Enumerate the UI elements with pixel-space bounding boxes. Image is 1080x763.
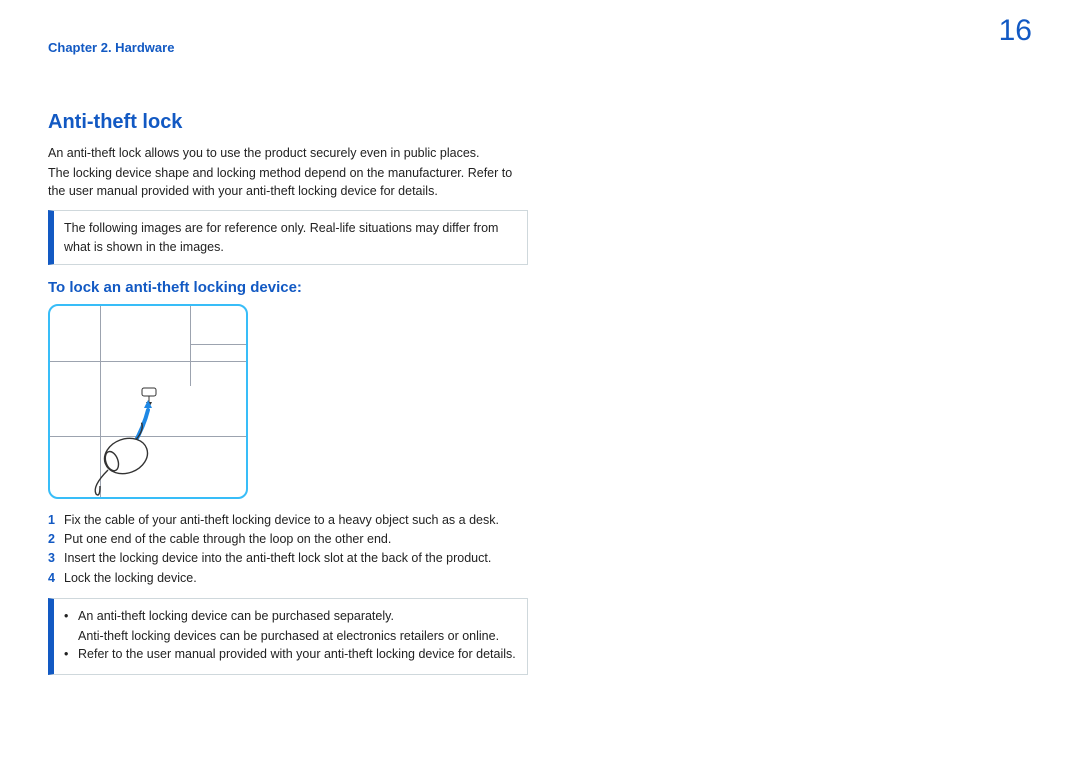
- lock-icon: [86, 386, 186, 496]
- step-text: Lock the locking device.: [64, 569, 197, 588]
- note-box-purchase: An anti-theft locking device can be purc…: [48, 598, 528, 674]
- note-subline: Anti-theft locking devices can be purcha…: [64, 627, 517, 645]
- step-text: Insert the locking device into the anti-…: [64, 549, 491, 568]
- note-bullet: An anti-theft locking device can be purc…: [64, 607, 517, 625]
- step-number: 3: [48, 549, 64, 568]
- step-item: 2 Put one end of the cable through the l…: [48, 530, 528, 549]
- step-item: 4 Lock the locking device.: [48, 569, 528, 588]
- intro-paragraph-2: The locking device shape and locking met…: [48, 164, 528, 200]
- note-box-reference: The following images are for reference o…: [48, 210, 528, 264]
- lock-diagram-figure: [48, 304, 248, 499]
- subheading: To lock an anti-theft locking device:: [48, 279, 528, 296]
- step-number: 4: [48, 569, 64, 588]
- intro-paragraph-1: An anti-theft lock allows you to use the…: [48, 144, 528, 162]
- page-number: 16: [999, 14, 1032, 48]
- note-bullet: Refer to the user manual provided with y…: [64, 645, 517, 663]
- step-text: Fix the cable of your anti-theft locking…: [64, 511, 499, 530]
- step-number: 2: [48, 530, 64, 549]
- step-text: Put one end of the cable through the loo…: [64, 530, 391, 549]
- main-column: Anti-theft lock An anti-theft lock allow…: [48, 111, 528, 675]
- section-title: Anti-theft lock: [48, 111, 528, 134]
- chapter-label: Chapter 2. Hardware: [48, 40, 174, 55]
- step-number: 1: [48, 511, 64, 530]
- step-list: 1 Fix the cable of your anti-theft locki…: [48, 511, 528, 589]
- page-header: Chapter 2. Hardware: [48, 40, 1032, 55]
- manual-page: Chapter 2. Hardware 16 Anti-theft lock A…: [0, 0, 1080, 763]
- step-item: 1 Fix the cable of your anti-theft locki…: [48, 511, 528, 530]
- step-item: 3 Insert the locking device into the ant…: [48, 549, 528, 568]
